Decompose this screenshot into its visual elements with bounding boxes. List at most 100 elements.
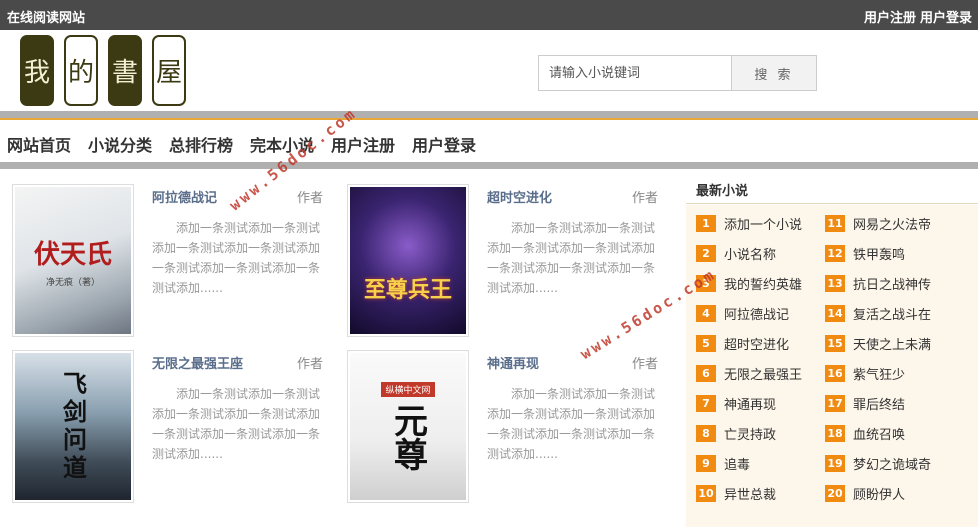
list-item[interactable]: 4 阿拉德战记 — [696, 304, 789, 324]
novel-name: 梦幻之诡域奇 — [853, 458, 932, 473]
top-links: 用户注册 用户登录 — [860, 7, 972, 26]
cover-subtitle: 净无痕（著） — [45, 277, 100, 288]
book-description: 添加一条测试添加一条测试添加一条测试添加一条测试添加一条测试添加一条测试添加一条… — [152, 387, 321, 461]
list-item[interactable]: 15 天使之上未满 — [825, 334, 931, 354]
novel-name: 我的誓约英雄 — [724, 278, 803, 293]
nav-register[interactable]: 用户注册 — [331, 132, 395, 156]
list-item[interactable]: 11 网易之火法帝 — [825, 214, 931, 234]
list-item[interactable]: 2 小说名称 — [696, 244, 776, 264]
book-card: 伏天氏 净无痕（著） 阿拉德战记 作者 添加一条测试添加一条测试添加一条测试添加… — [12, 184, 342, 344]
novel-name: 顾盼伊人 — [853, 488, 906, 503]
rank-number: 15 — [825, 335, 845, 352]
cover-title: 飞剑问道 — [58, 370, 88, 483]
book-title[interactable]: 神通再现 — [487, 353, 539, 372]
rank-number: 12 — [825, 245, 845, 262]
book-author-label: 作者 — [632, 191, 659, 206]
nav-divider-bottom — [0, 162, 978, 169]
list-item[interactable]: 5 超时空进化 — [696, 334, 789, 354]
book-title[interactable]: 阿拉德战记 — [152, 187, 217, 206]
book-cover[interactable]: 伏天氏 净无痕（著） — [12, 184, 134, 337]
rank-number: 8 — [696, 425, 716, 442]
list-item[interactable]: 7 神通再现 — [696, 394, 776, 414]
novel-name: 罪后终结 — [853, 398, 906, 413]
book-title[interactable]: 超时空进化 — [487, 187, 552, 206]
list-item[interactable]: 17 罪后终结 — [825, 394, 905, 414]
logo-char-4: 屋 — [152, 35, 186, 106]
cover-title: 元尊 — [387, 403, 428, 471]
site-logo[interactable]: 我 的 書 屋 — [20, 35, 188, 107]
rank-number: 9 — [696, 455, 716, 472]
cover-title: 伏天氏 — [33, 239, 112, 270]
list-item[interactable]: 8 亡灵持政 — [696, 424, 776, 444]
rank-list: 1 添加一个小说 2 小说名称 3 我的誓约英雄 4 阿拉德战记 5 超时空进化 6 无限之… — [686, 205, 978, 527]
novel-name: 网易之火法帝 — [853, 218, 932, 233]
list-item[interactable]: 9 追毒 — [696, 454, 750, 474]
rank-number: 13 — [825, 275, 845, 292]
novel-name: 抗日之战神传 — [853, 278, 932, 293]
novel-name: 小说名称 — [724, 248, 777, 263]
list-item[interactable]: 6 无限之最强王 — [696, 364, 802, 384]
novel-name: 铁甲轰鸣 — [853, 248, 906, 263]
book-author-label: 作者 — [632, 357, 659, 372]
novel-name: 追毒 — [724, 458, 751, 473]
book-cover[interactable]: 飞剑问道 — [12, 350, 134, 503]
nav-home[interactable]: 网站首页 — [7, 132, 71, 156]
list-item[interactable]: 19 梦幻之诡域奇 — [825, 454, 931, 474]
search-input[interactable] — [539, 56, 731, 90]
novel-name: 阿拉德战记 — [724, 308, 790, 323]
list-item[interactable]: 3 我的誓约英雄 — [696, 274, 802, 294]
site-name: 在线阅读网站 — [7, 11, 86, 26]
rank-number: 14 — [825, 305, 845, 322]
rank-number: 1 — [696, 215, 716, 232]
list-item[interactable]: 18 血统召唤 — [825, 424, 905, 444]
novel-name: 天使之上未满 — [853, 338, 932, 353]
novel-name: 无限之最强王 — [724, 368, 803, 383]
nav-completed[interactable]: 完本小说 — [250, 132, 314, 156]
rank-number: 11 — [825, 215, 845, 232]
top-bar: 在线阅读网站 用户注册 用户登录 — [0, 0, 978, 30]
book-title[interactable]: 无限之最强王座 — [152, 353, 243, 372]
nav-accent-line — [0, 118, 978, 120]
book-author-label: 作者 — [297, 191, 324, 206]
rank-number: 17 — [825, 395, 845, 412]
list-item[interactable]: 1 添加一个小说 — [696, 214, 802, 234]
book-cover[interactable]: 至尊兵王 — [347, 184, 469, 337]
logo-char-1: 我 — [20, 35, 54, 106]
list-item[interactable]: 16 紫气狂少 — [825, 364, 905, 384]
nav-login[interactable]: 用户登录 — [412, 132, 476, 156]
rank-number: 3 — [696, 275, 716, 292]
book-description: 添加一条测试添加一条测试添加一条测试添加一条测试添加一条测试添加一条测试添加一条… — [487, 221, 656, 295]
list-item[interactable]: 14 复活之战斗在 — [825, 304, 931, 324]
search-box: 搜 索 — [538, 55, 817, 91]
rank-number: 7 — [696, 395, 716, 412]
book-card: 至尊兵王 超时空进化 作者 添加一条测试添加一条测试添加一条测试添加一条测试添加… — [347, 184, 677, 344]
nav-rankings[interactable]: 总排行榜 — [169, 132, 233, 156]
top-register-link[interactable]: 用户注册 — [864, 11, 916, 26]
novel-name: 亡灵持政 — [724, 428, 777, 443]
book-description: 添加一条测试添加一条测试添加一条测试添加一条测试添加一条测试添加一条测试添加一条… — [487, 387, 656, 461]
rank-number: 20 — [825, 485, 845, 502]
top-login-link[interactable]: 用户登录 — [920, 11, 972, 26]
book-card: 飞剑问道 无限之最强王座 作者 添加一条测试添加一条测试添加一条测试添加一条测试… — [12, 350, 342, 510]
search-button[interactable]: 搜 索 — [731, 56, 816, 90]
list-item[interactable]: 20 顾盼伊人 — [825, 484, 905, 504]
rank-number: 18 — [825, 425, 845, 442]
novel-name: 血统召唤 — [853, 428, 906, 443]
rank-number: 6 — [696, 365, 716, 382]
rank-number: 19 — [825, 455, 845, 472]
list-item[interactable]: 10 异世总裁 — [696, 484, 776, 504]
novel-name: 超时空进化 — [724, 338, 790, 353]
rank-number: 2 — [696, 245, 716, 262]
latest-novels-panel: 最新小说 1 添加一个小说 2 小说名称 3 我的誓约英雄 4 阿拉德战记 5 超时空进化… — [686, 170, 978, 527]
book-author-label: 作者 — [297, 357, 324, 372]
book-card: 纵横中文网 元尊 神通再现 作者 添加一条测试添加一条测试添加一条测试添加一条测… — [347, 350, 677, 510]
logo-char-2: 的 — [64, 35, 98, 106]
panel-title: 最新小说 — [686, 170, 978, 204]
list-item[interactable]: 13 抗日之战神传 — [825, 274, 931, 294]
nav-categories[interactable]: 小说分类 — [88, 132, 152, 156]
novel-name: 异世总裁 — [724, 488, 777, 503]
rank-number: 16 — [825, 365, 845, 382]
book-cover[interactable]: 纵横中文网 元尊 — [347, 350, 469, 503]
list-item[interactable]: 12 铁甲轰鸣 — [825, 244, 905, 264]
novel-name: 紫气狂少 — [853, 368, 906, 383]
